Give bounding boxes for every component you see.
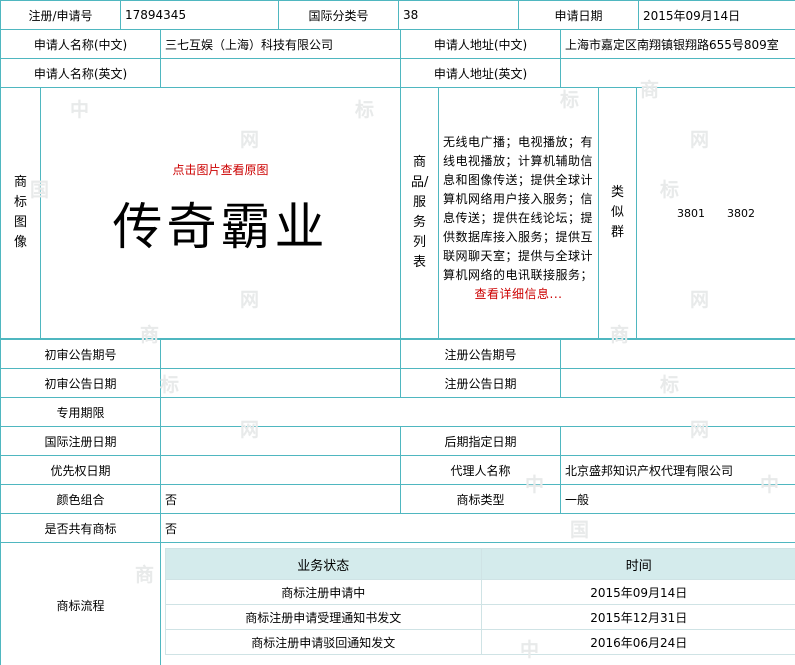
flow-time: 2016年06月24日 <box>480 629 795 655</box>
layout-root: 注册/申请号 17894345 国际分类号 38 申请日期 2015年09月14… <box>0 0 795 665</box>
shared-mark-value: 否 <box>160 513 795 543</box>
goods-services-label: 商品/服务列表 <box>400 87 439 339</box>
applicant-addr-cn-value: 上海市嘉定区南翔镇银翔路655号809室 <box>560 29 795 59</box>
flow-row: 商标流程 业务状态 时间 商标注册申请中 2015年09月14日 商标注册申请受… <box>0 542 795 665</box>
trademark-flow-cell: 业务状态 时间 商标注册申请中 2015年09月14日 商标注册申请受理通知书发… <box>160 542 795 665</box>
trademark-detail-page: 注册/申请号 17894345 国际分类号 38 注册/申请号 17894345… <box>0 0 795 665</box>
applicant-addr-en-value <box>560 58 795 88</box>
later-designation-date-value <box>560 426 795 456</box>
apply-date-label: 申请日期 <box>518 0 639 30</box>
intl-reg-date-label: 国际注册日期 <box>0 426 161 456</box>
flow-status: 商标注册申请受理通知书发文 <box>165 604 482 630</box>
priority-date-value <box>160 455 401 485</box>
flow-row-2: 商标注册申请受理通知书发文 2015年12月31日 <box>165 604 795 630</box>
flow-time-header: 时间 <box>480 548 795 580</box>
priority-date-label: 优先权日期 <box>0 455 161 485</box>
intl-reg-date-value <box>160 426 401 456</box>
flow-row-3: 商标注册申请驳回通知发文 2016年06月24日 <box>165 629 795 655</box>
applicant-name-cn-value: 三七互娱（上海）科技有限公司 <box>160 29 401 59</box>
applicant-name-en-value <box>160 58 401 88</box>
reg-notice-date-value <box>560 368 795 398</box>
later-designation-date-label: 后期指定日期 <box>400 426 561 456</box>
color-combination-value: 否 <box>160 484 401 514</box>
applicant-addr-en-label: 申请人地址(英文) <box>400 58 561 88</box>
intl-class-label: 国际分类号 <box>278 0 399 30</box>
apply-date-value: 2015年09月14日 <box>638 0 795 30</box>
agent-name-label: 代理人名称 <box>400 455 561 485</box>
reg-no-label: 注册/申请号 <box>0 0 121 30</box>
goods-services-text: 无线电广播；电视播放；有线电视播放；计算机辅助信息和图像传送；提供全球计算机网络… <box>443 135 594 282</box>
color-combination-label: 颜色组合 <box>0 484 161 514</box>
trademark-flow-label: 商标流程 <box>0 542 161 665</box>
view-original-link[interactable]: 点击图片查看原图 <box>45 161 396 178</box>
prelim-notice-date-label: 初审公告日期 <box>0 368 161 398</box>
similar-group-label: 类似群 <box>598 87 637 339</box>
prelim-notice-date-value <box>160 368 401 398</box>
row-1: 注册/申请号 17894345 国际分类号 38 申请日期 2015年09月14… <box>0 0 795 30</box>
prelim-notice-no-value <box>160 339 401 369</box>
mark-image-label: 商标图像 <box>0 87 41 339</box>
reg-notice-date-label: 注册公告日期 <box>400 368 561 398</box>
flow-row-1: 商标注册申请中 2015年09月14日 <box>165 579 795 605</box>
goods-services-cell: 无线电广播；电视播放；有线电视播放；计算机辅助信息和图像传送；提供全球计算机网络… <box>438 87 599 339</box>
notice-rows: 初审公告期号 注册公告期号 初审公告日期 注册公告日期 专用期限 国际注册日期 … <box>0 339 795 543</box>
applicant-addr-cn-label: 申请人地址(中文) <box>400 29 561 59</box>
view-detail-link[interactable]: 查看详细信息... <box>443 285 594 304</box>
agent-name-value: 北京盛邦知识产权代理有限公司 <box>560 455 795 485</box>
reg-no-value: 17894345 <box>120 0 279 30</box>
mark-type-label: 商标类型 <box>400 484 561 514</box>
flow-time: 2015年12月31日 <box>480 604 795 630</box>
exclusive-period-label: 专用期限 <box>0 397 161 427</box>
flow-status-header: 业务状态 <box>165 548 482 580</box>
flow-status: 商标注册申请驳回通知发文 <box>165 629 482 655</box>
shared-mark-label: 是否共有商标 <box>0 513 161 543</box>
similar-group-value: 3801 3802 <box>636 87 795 339</box>
applicant-name-en-label: 申请人名称(英文) <box>0 58 161 88</box>
applicant-rows: 申请人名称(中文) 三七互娱（上海）科技有限公司 申请人地址(中文) 上海市嘉定… <box>0 29 795 88</box>
exclusive-period-value <box>160 397 795 427</box>
trademark-image[interactable]: 传奇霸业 <box>69 187 372 266</box>
intl-class-value: 38 <box>398 0 519 30</box>
mark-type-value: 一般 <box>560 484 795 514</box>
mark-image-cell: 点击图片查看原图 传奇霸业 <box>40 87 401 339</box>
mark-row: 商标图像 点击图片查看原图 传奇霸业 商品/服务列表 无线电广播；电视播放；有线… <box>0 87 795 339</box>
applicant-name-cn-label: 申请人名称(中文) <box>0 29 161 59</box>
flow-table: 业务状态 时间 商标注册申请中 2015年09月14日 商标注册申请受理通知书发… <box>165 548 795 655</box>
flow-status: 商标注册申请中 <box>165 579 482 605</box>
prelim-notice-no-label: 初审公告期号 <box>0 339 161 369</box>
reg-notice-no-label: 注册公告期号 <box>400 339 561 369</box>
reg-notice-no-value <box>560 339 795 369</box>
flow-time: 2015年09月14日 <box>480 579 795 605</box>
